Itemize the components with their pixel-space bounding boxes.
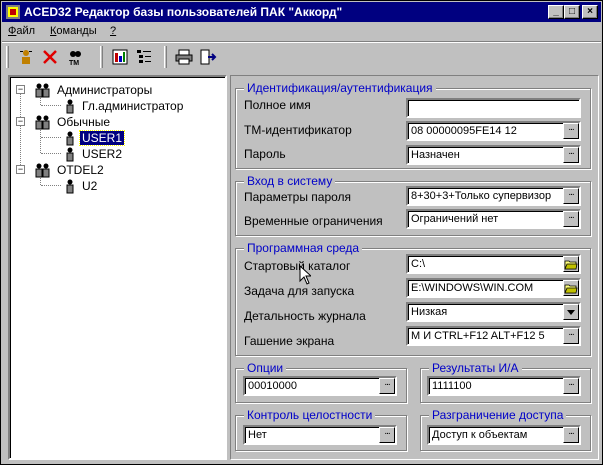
mouse-cursor-icon <box>299 265 311 285</box>
group-title: Результаты И/А <box>429 361 522 375</box>
tree-connector <box>20 89 21 173</box>
exit-icon <box>200 49 217 65</box>
tree-label: U2 <box>82 179 98 193</box>
log-detail-label: Детальность журнала <box>244 309 366 323</box>
ellipsis-button[interactable]: ... <box>563 328 579 344</box>
minimize-button[interactable]: _ <box>548 5 564 19</box>
collapse-toggle-icon[interactable]: − <box>16 165 25 174</box>
tm-identifier-label: ТМ-идентификатор <box>244 123 352 137</box>
tree-label: USER2 <box>82 147 123 161</box>
ellipsis-button[interactable]: ... <box>379 427 395 443</box>
toolbar-grip <box>6 46 9 68</box>
full-name-field[interactable] <box>406 98 581 118</box>
folder-open-icon[interactable] <box>563 256 579 272</box>
group-title: Вход в систему <box>244 174 336 188</box>
tree-list-button[interactable] <box>132 45 156 69</box>
add-user-icon <box>20 50 32 64</box>
password-label: Пароль <box>244 147 286 161</box>
screen-blank-field[interactable]: M И CTRL+F12 ALT+F12 5 ... <box>406 326 581 346</box>
delete-icon <box>43 50 57 64</box>
tree-label: Обычные <box>57 115 111 129</box>
user-icon <box>66 131 74 146</box>
full-name-label: Полное имя <box>244 98 311 112</box>
tree-label: OTDEL2 <box>57 163 104 177</box>
user-icon <box>66 179 74 194</box>
collapse-toggle-icon[interactable]: − <box>16 117 25 126</box>
ellipsis-button[interactable]: ... <box>563 427 579 443</box>
add-user-button[interactable] <box>14 45 38 69</box>
delete-button[interactable] <box>38 45 62 69</box>
user-group-icon <box>35 163 50 178</box>
dropdown-arrow-icon[interactable] <box>563 304 579 320</box>
group-title: Идентификация/аутентификация <box>244 81 436 95</box>
tree-list-icon <box>137 50 151 63</box>
startup-task-field[interactable]: E:\WINDOWS\WIN.COM <box>406 278 581 298</box>
screen-blank-label: Гашение экрана <box>244 334 335 348</box>
collapse-toggle-icon[interactable]: − <box>16 85 25 94</box>
tree-connector <box>41 153 61 154</box>
folder-open-icon[interactable] <box>563 280 579 296</box>
identifier-button[interactable]: TM <box>64 45 88 69</box>
group-title: Разграничение доступа <box>429 408 567 422</box>
exit-button[interactable] <box>196 45 220 69</box>
tree-label: USER1 <box>78 130 126 146</box>
start-dir-field[interactable]: C:\ <box>406 254 581 274</box>
tree-connector <box>41 105 61 106</box>
report-icon <box>112 49 128 65</box>
ellipsis-button[interactable]: ... <box>563 147 579 163</box>
toolbar-separator <box>164 46 167 68</box>
integrity-field[interactable]: Нет ... <box>243 425 397 445</box>
user-icon <box>66 99 74 114</box>
group-title: Контроль целостности <box>244 408 376 422</box>
user-tree[interactable]: − Администраторы Гл.администратор − Обыч… <box>8 75 227 460</box>
user-icon <box>66 147 74 162</box>
results-field[interactable]: 1111100 ... <box>427 376 581 396</box>
startup-task-label: Задача для запуска <box>244 284 355 298</box>
access-field[interactable]: Доступ к объектам ... <box>427 425 581 445</box>
ellipsis-button[interactable]: ... <box>563 378 579 394</box>
tree-connector <box>40 127 41 153</box>
tree-label: Администраторы <box>57 83 153 97</box>
app-icon <box>6 5 20 19</box>
menu-bar: Файл Команды ? <box>2 22 601 41</box>
close-button[interactable]: × <box>582 5 598 19</box>
start-dir-label: Стартовый каталог <box>244 259 351 273</box>
tree-label: Гл.администратор <box>82 99 184 113</box>
log-detail-select[interactable]: Низкая <box>406 302 581 322</box>
main-window: ACED32 Редактор базы пользователей ПАК "… <box>0 0 603 465</box>
ellipsis-button[interactable]: ... <box>563 123 579 139</box>
tm-identifier-field[interactable]: 08 00000095FE14 12 ... <box>406 121 581 141</box>
time-limits-label: Временные ограничения <box>244 214 383 228</box>
print-icon <box>175 49 193 65</box>
password-params-field[interactable]: 8+30+3+Только супервизор ... <box>406 186 581 206</box>
options-field[interactable]: 00010000 ... <box>243 376 397 396</box>
print-button[interactable] <box>172 45 196 69</box>
window-title: ACED32 Редактор базы пользователей ПАК "… <box>24 5 343 19</box>
ellipsis-button[interactable]: ... <box>563 188 579 204</box>
menu-help[interactable]: ? <box>110 25 116 37</box>
title-bar[interactable]: ACED32 Редактор базы пользователей ПАК "… <box>2 2 601 22</box>
ellipsis-button[interactable]: ... <box>563 211 579 227</box>
toolbar-separator <box>100 46 103 68</box>
maximize-button[interactable]: □ <box>564 5 580 19</box>
password-field[interactable]: Назначен ... <box>406 145 581 165</box>
group-title: Программная среда <box>244 241 363 255</box>
password-params-label: Параметры пароля <box>244 190 352 204</box>
time-limits-field[interactable]: Ограничений нет ... <box>406 209 581 229</box>
menu-file[interactable]: Файл <box>8 25 35 37</box>
user-group-icon <box>35 83 50 98</box>
tree-connector <box>41 137 61 138</box>
report-button[interactable] <box>108 45 132 69</box>
group-title: Опции <box>244 361 287 375</box>
tree-connector <box>41 185 61 186</box>
user-group-icon <box>35 115 50 130</box>
ellipsis-button[interactable]: ... <box>379 378 395 394</box>
menu-commands[interactable]: Команды <box>50 25 97 37</box>
svg-text:TM: TM <box>69 60 79 66</box>
identifier-icon: TM <box>69 51 81 66</box>
toolbar: TM <box>2 43 601 71</box>
